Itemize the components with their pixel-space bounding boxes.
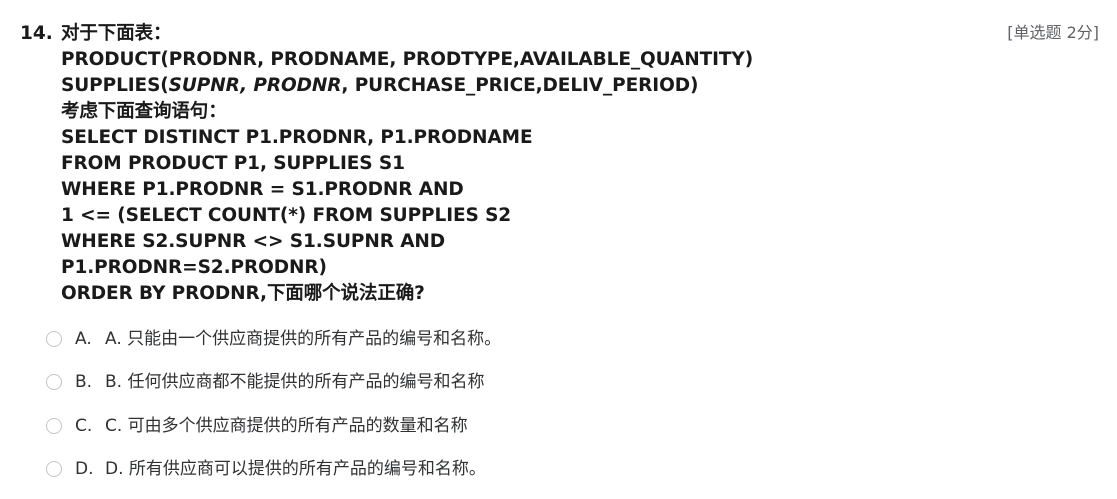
supplies-prefix: SUPPLIES( [61, 75, 169, 96]
question-type-score: [单选题 2分] [1007, 23, 1099, 42]
stem-intro: 对于下面表： [61, 23, 172, 44]
sql-line: FROM PRODUCT P1, SUPPLIES S1 [61, 153, 405, 174]
radio-button[interactable] [46, 374, 62, 391]
answer-options: A. A. 只能由一个供应商提供的所有产品的编号和名称。 B. B. 任何供应商… [46, 317, 1046, 491]
option-letter: D. [75, 459, 94, 480]
option-b[interactable]: B. B. 任何供应商都不能提供的所有产品的编号和名称 [46, 361, 1046, 405]
radio-button[interactable] [46, 461, 62, 478]
option-a[interactable]: A. A. 只能由一个供应商提供的所有产品的编号和名称。 [46, 317, 1046, 361]
radio-button[interactable] [46, 417, 62, 434]
option-text: D. 所有供应商可以提供的所有产品的编号和名称。 [105, 459, 486, 480]
option-letter: C. [75, 415, 93, 436]
option-letter: A. [75, 328, 92, 349]
radio-button[interactable] [46, 330, 62, 347]
sql-line: P1.PRODNR=S2.PRODNR) [61, 257, 327, 278]
option-letter: B. [75, 372, 93, 393]
sql-line: SELECT DISTINCT P1.PRODNR, P1.PRODNAME [61, 127, 533, 148]
stem-table-product: PRODUCT(PRODNR, PRODNAME, PRODTYPE,AVAIL… [61, 49, 754, 70]
sql-line: ORDER BY PRODNR,下面哪个说法正确? [61, 283, 425, 304]
sql-line: WHERE S2.SUPNR <> S1.SUPNR AND [61, 231, 446, 252]
question-number: 14. [20, 23, 53, 44]
stem-table-supplies: SUPPLIES(SUPNR, PRODNR, PURCHASE_PRICE,D… [61, 73, 961, 99]
option-text: C. 可由多个供应商提供的所有产品的数量和名称 [105, 415, 468, 436]
stem-query-intro: 考虑下面查询语句： [61, 101, 227, 122]
sql-line: 1 <= (SELECT COUNT(*) FROM SUPPLIES S2 [61, 205, 512, 226]
question-card: 14. [单选题 2分] 对于下面表： PRODUCT(PRODNR, PROD… [0, 0, 1117, 499]
question-stem: 对于下面表： PRODUCT(PRODNR, PRODNAME, PRODTYP… [61, 21, 961, 307]
option-text: A. 只能由一个供应商提供的所有产品的编号和名称。 [105, 328, 502, 349]
option-c[interactable]: C. C. 可由多个供应商提供的所有产品的数量和名称 [46, 404, 1046, 448]
sql-line: WHERE P1.PRODNR = S1.PRODNR AND [61, 179, 464, 200]
supplies-key-columns: SUPNR, PRODNR [168, 75, 342, 96]
option-text: B. 任何供应商都不能提供的所有产品的编号和名称 [105, 372, 485, 393]
supplies-suffix: , PURCHASE_PRICE,DELIV_PERIOD) [341, 75, 699, 96]
option-d[interactable]: D. D. 所有供应商可以提供的所有产品的编号和名称。 [46, 448, 1046, 492]
